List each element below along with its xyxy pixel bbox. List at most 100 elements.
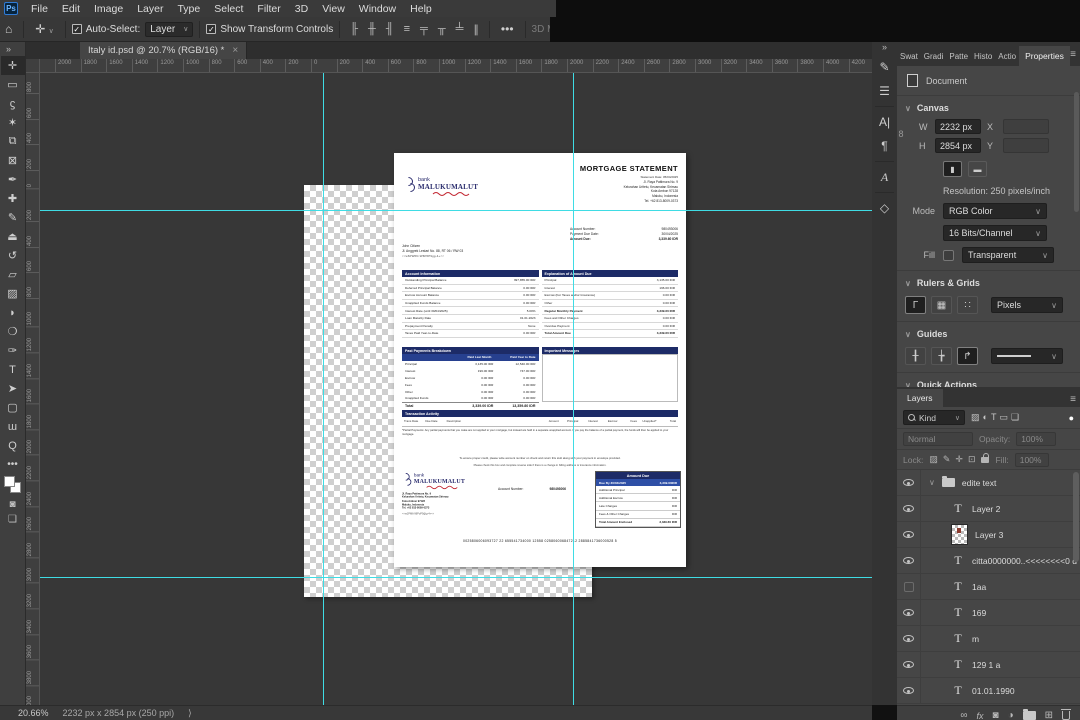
link-dimensions-icon[interactable]: 8 <box>897 117 905 155</box>
layers-tab[interactable]: Layers <box>897 389 943 407</box>
layer-visibility-cell[interactable] <box>897 522 921 547</box>
panel-tab-properties[interactable]: Properties <box>1019 46 1070 66</box>
distribute-right-icon[interactable]: ╧ <box>452 23 468 35</box>
horizontal-guide[interactable] <box>40 577 872 578</box>
layer-mask-icon[interactable]: ◙ <box>993 710 999 720</box>
type-tool[interactable]: T <box>1 360 25 379</box>
color-swatches[interactable] <box>3 476 22 494</box>
menu-item-3d[interactable]: 3D <box>288 1 315 17</box>
guide-target-icon[interactable]: ↱ <box>957 347 978 365</box>
filter-type-layers-icon[interactable]: T <box>991 412 997 423</box>
toolbar-collapse-icon[interactable]: » <box>0 42 11 56</box>
menu-item-filter[interactable]: Filter <box>250 1 287 17</box>
hand-tool[interactable]: ɯ <box>1 417 25 436</box>
blend-mode-dropdown[interactable]: Normal <box>903 432 973 446</box>
filter-shape-layers-icon[interactable]: ▭ <box>999 412 1008 423</box>
eye-icon[interactable] <box>903 557 914 564</box>
text-layer-thumbnail[interactable]: T <box>951 605 965 620</box>
layer-row[interactable]: T 129 1 a <box>897 652 1080 678</box>
move-tool[interactable]: ✛ <box>0 56 25 75</box>
tab-close-icon[interactable]: × <box>232 45 238 56</box>
text-layer-thumbnail[interactable]: T <box>951 683 965 698</box>
panel-tab-patte[interactable]: Patte <box>946 47 971 66</box>
bit-depth-dropdown[interactable]: 16 Bits/Channel ∨ <box>943 225 1047 241</box>
foreground-color-swatch[interactable] <box>3 476 15 487</box>
gradient-tool[interactable]: ▨ <box>1 284 25 303</box>
menu-item-view[interactable]: View <box>315 1 352 17</box>
lock-all-icon[interactable] <box>981 452 990 463</box>
dodge-tool[interactable]: ❍ <box>1 322 25 341</box>
layer-visibility-cell[interactable] <box>897 652 921 677</box>
eye-icon[interactable] <box>903 505 914 512</box>
layer-visibility-cell[interactable] <box>897 496 921 521</box>
properties-scrollbar[interactable] <box>1074 92 1079 212</box>
panel-tab-gradi[interactable]: Gradi <box>921 47 947 66</box>
new-group-icon[interactable] <box>1022 709 1036 720</box>
vertical-guide[interactable] <box>323 73 324 705</box>
crop-tool[interactable]: ⧉ <box>1 132 25 151</box>
brush-settings-icon[interactable]: ✎ <box>872 55 897 79</box>
layer-row[interactable]: Tm <box>897 626 1080 652</box>
layer-row[interactable]: T 01.01.1990 <box>897 678 1080 704</box>
eye-icon[interactable] <box>903 687 914 694</box>
panel-tab-actio[interactable]: Actio <box>995 47 1019 66</box>
filter-toggle-icon[interactable]: ● <box>1069 413 1074 423</box>
color-mode-dropdown[interactable]: RGB Color ∨ <box>943 203 1047 219</box>
menu-item-file[interactable]: File <box>24 1 55 17</box>
edit-toolbar-icon[interactable]: ••• <box>7 459 18 470</box>
canvas-area[interactable]: bank MALUKUMALUT MORTGAGE STATEMENT Stat… <box>40 73 872 705</box>
distribute-vertical-icon[interactable]: ∥ <box>469 23 483 36</box>
vertical-guide[interactable] <box>573 73 574 705</box>
lock-artboard-icon[interactable]: ⊡ <box>968 454 976 465</box>
guides-icon[interactable]: ╂ <box>905 347 926 365</box>
eye-icon[interactable] <box>903 609 914 616</box>
ruler-units-dropdown[interactable]: Pixels ∨ <box>991 297 1063 313</box>
blur-tool[interactable]: ◗ <box>1 303 25 322</box>
layer-style-icon[interactable]: fx <box>977 711 984 720</box>
layer-row[interactable]: Tcitta0000000..<<<<<<<<0 d <box>897 548 1080 574</box>
fill-dropdown[interactable]: Transparent ∨ <box>962 247 1054 263</box>
menu-item-edit[interactable]: Edit <box>55 1 87 17</box>
guides-section-header[interactable]: ∨ Guides <box>897 321 1080 343</box>
eye-icon[interactable] <box>903 531 914 538</box>
eye-icon[interactable] <box>903 635 914 642</box>
lasso-tool[interactable]: ϛ <box>1 94 25 113</box>
layer-filter-dropdown[interactable]: Kind ∨ <box>903 410 965 425</box>
delete-layer-icon[interactable] <box>1061 709 1071 720</box>
panel-tab-histo[interactable]: Histo <box>971 47 995 66</box>
more-options-icon[interactable]: ••• <box>496 22 519 36</box>
horizontal-guide[interactable] <box>40 210 872 211</box>
character-panel-icon[interactable]: A| <box>872 110 897 134</box>
history-brush-tool[interactable]: ↺ <box>1 246 25 265</box>
screen-mode-icon[interactable]: ❏ <box>8 514 17 525</box>
canvas-height-field[interactable]: 2854 px <box>935 138 981 153</box>
rulers-icon[interactable]: Γ <box>905 296 926 314</box>
document-tab[interactable]: Italy id.psd @ 20.7% (RGB/16) * × <box>80 42 248 59</box>
layer-row[interactable]: T 1aa <box>897 574 1080 600</box>
layer-visibility-cell[interactable] <box>897 600 921 625</box>
canvas-section-header[interactable]: ∨ Canvas <box>897 96 1080 117</box>
quick-selection-tool[interactable]: ✶ <box>1 113 25 132</box>
expand-panels-icon[interactable]: » <box>882 42 887 55</box>
text-layer-thumbnail[interactable]: T <box>951 579 965 594</box>
3d-panel-icon[interactable]: ◇ <box>872 196 897 220</box>
glyphs-panel-icon[interactable]: A <box>872 165 897 189</box>
align-top-edges-icon[interactable]: ≡ <box>400 23 414 35</box>
healing-brush-tool[interactable]: ✚ <box>1 189 25 208</box>
image-layer-thumbnail[interactable] <box>951 524 968 545</box>
marquee-tool[interactable]: ▭ <box>1 75 25 94</box>
eraser-tool[interactable]: ▱ <box>1 265 25 284</box>
canvas-width-field[interactable]: 2232 px <box>935 119 981 134</box>
distribute-left-icon[interactable]: ╤ <box>416 23 432 35</box>
status-chevron-icon[interactable]: ⟩ <box>188 708 192 719</box>
new-layer-icon[interactable]: ⊞ <box>1045 710 1053 720</box>
menu-item-window[interactable]: Window <box>352 1 403 17</box>
layers-scrollbar[interactable] <box>1073 472 1079 562</box>
vertical-ruler[interactable]: 800 600 400 200 0 200 400 600 800 1000 1200 1400 160… <box>26 73 40 705</box>
layer-row[interactable]: T 169 <box>897 600 1080 626</box>
layer-visibility-cell[interactable] <box>897 470 921 495</box>
clone-stamp-tool[interactable]: ⏏ <box>1 227 25 246</box>
filter-adjustment-layers-icon[interactable]: ◐ <box>983 412 988 423</box>
portrait-orientation-button[interactable]: ▮ <box>943 161 962 177</box>
align-left-edges-icon[interactable]: ╟ <box>346 23 362 35</box>
